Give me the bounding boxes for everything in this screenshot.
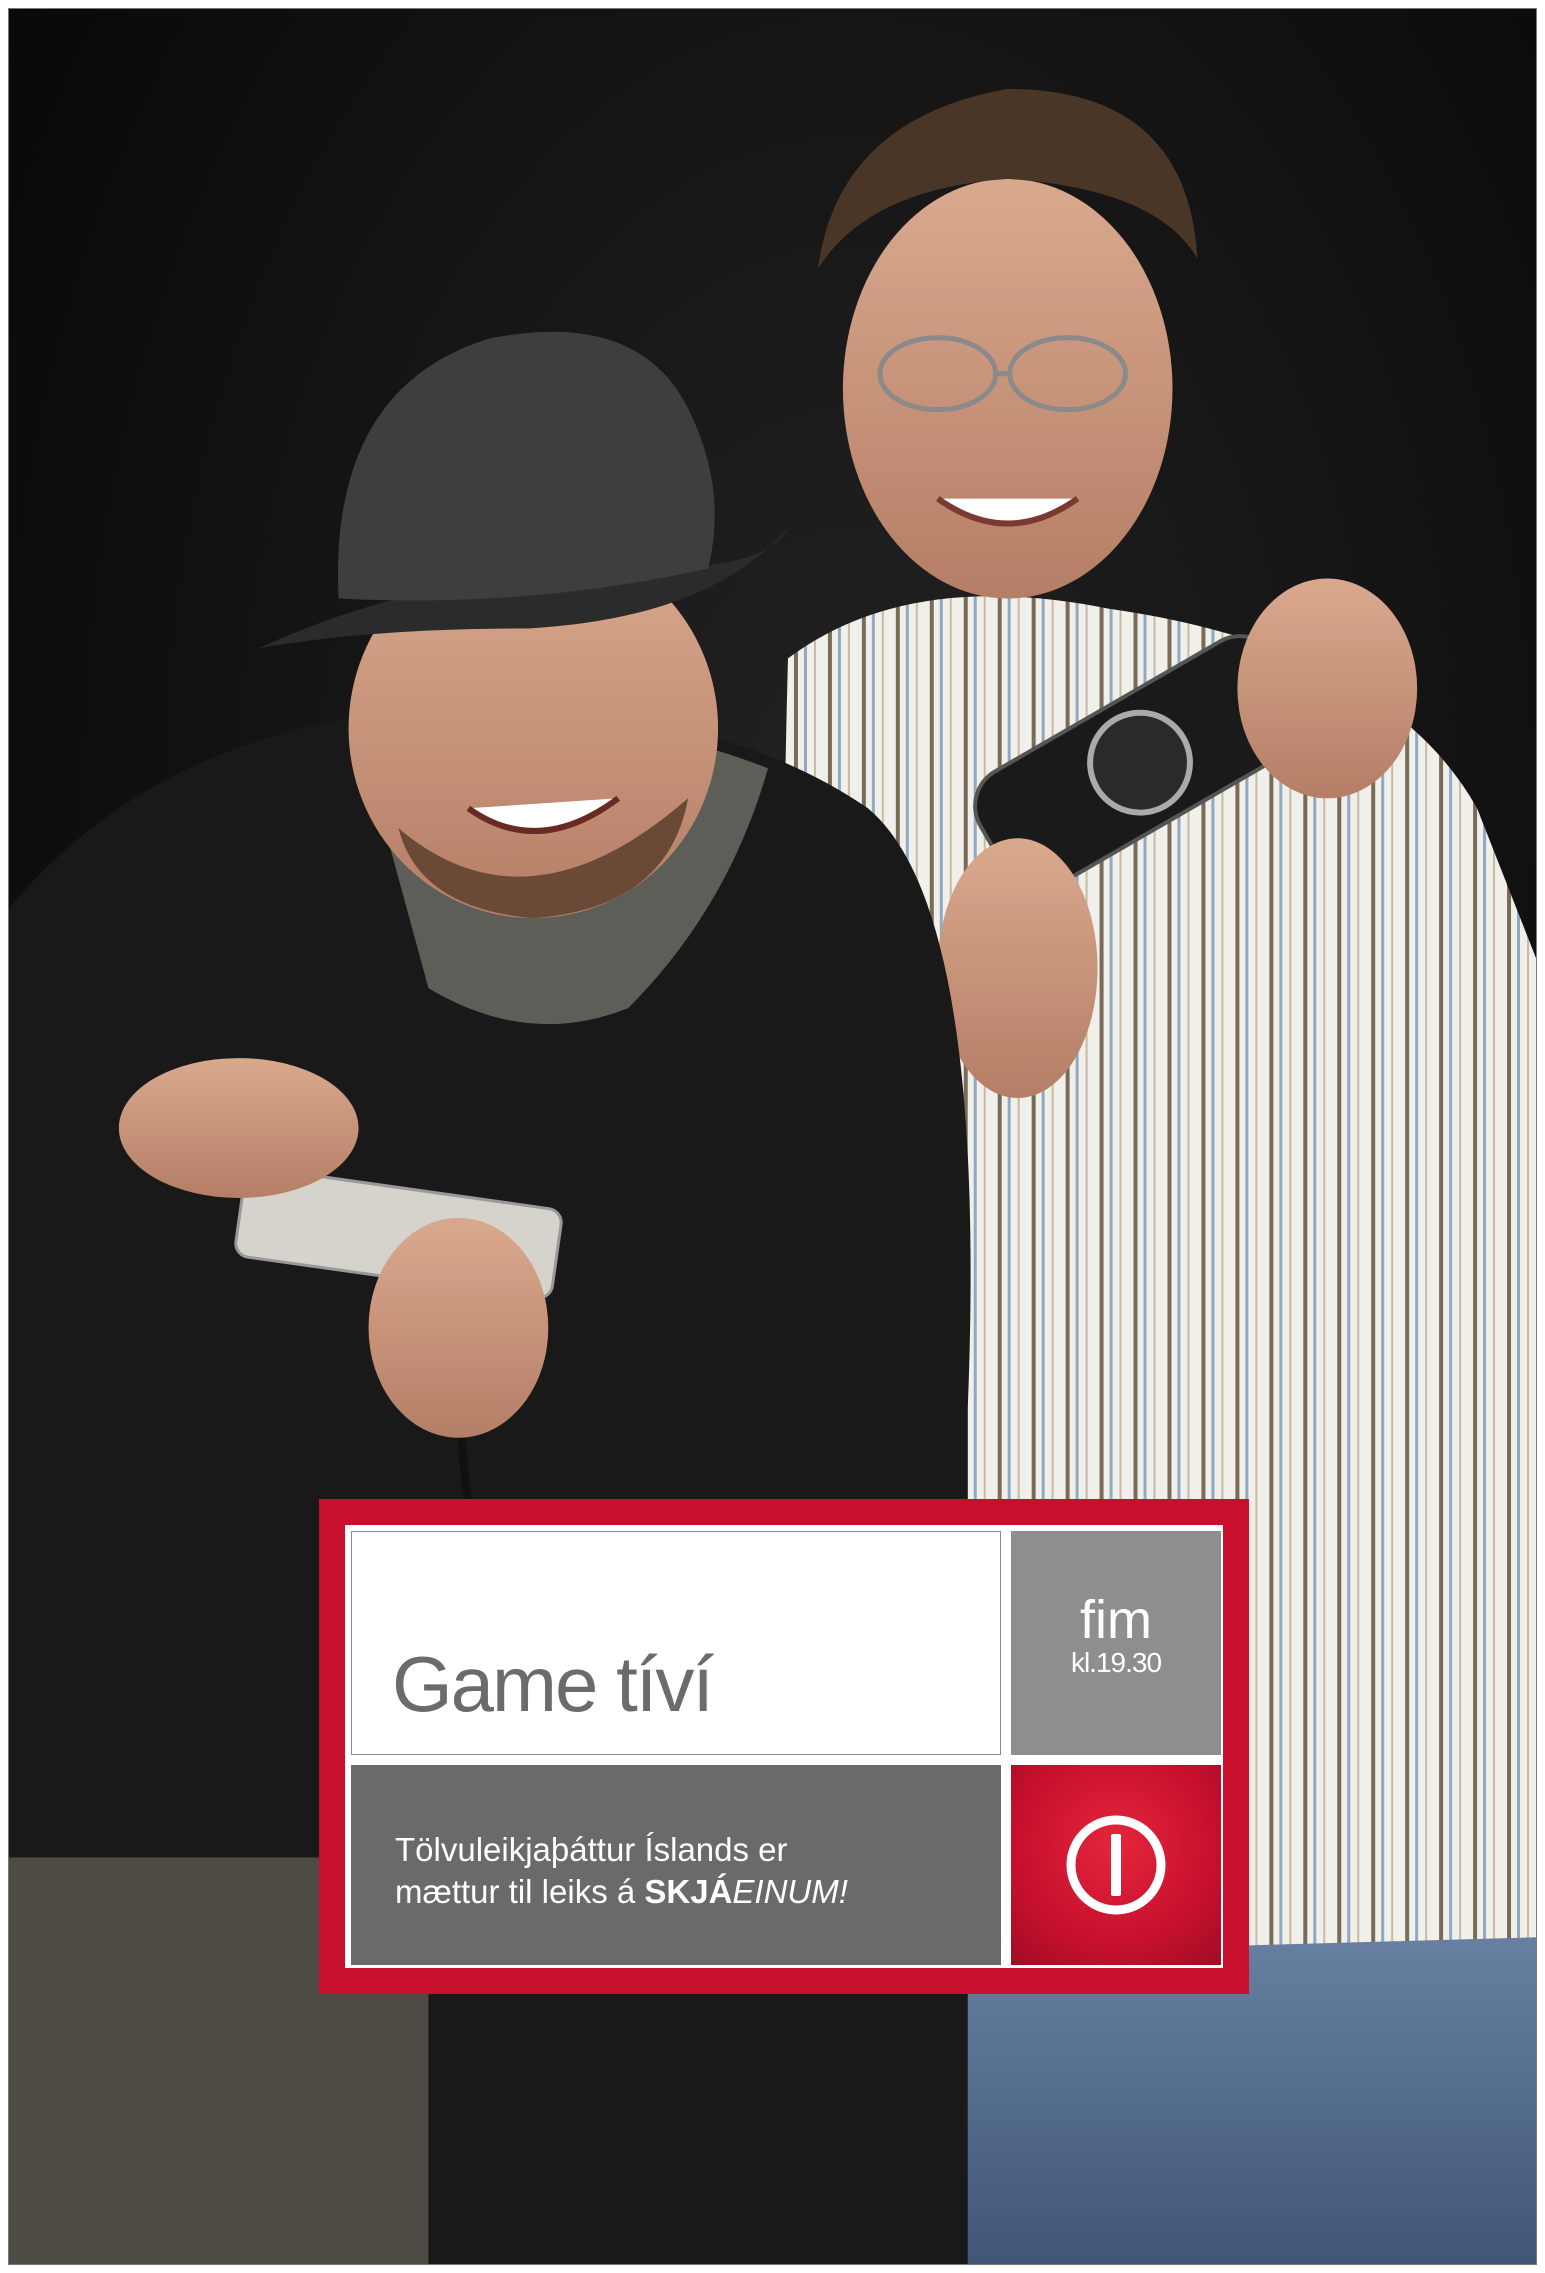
- program-title: Game tíví: [392, 1640, 714, 1728]
- power-logo-icon: [1066, 1815, 1166, 1915]
- program-ad-box: Game tíví fim kl.19.30 Tölvuleikjaþáttur…: [319, 1499, 1249, 1994]
- program-title-panel: Game tíví: [351, 1531, 1001, 1755]
- schedule-day: fim: [1080, 1590, 1152, 1650]
- schedule-time: kl.19.30: [1070, 1647, 1162, 1678]
- description-line-1: Tölvuleikjaþáttur Íslands er: [395, 1831, 788, 1868]
- program-description: Tölvuleikjaþáttur Íslands er mættur til …: [351, 1765, 1001, 1965]
- poster: Game tíví fim kl.19.30 Tölvuleikjaþáttur…: [8, 8, 1537, 2265]
- brand-name-bold: SKJÁ: [644, 1873, 733, 1910]
- schedule-panel: fim kl.19.30: [1011, 1531, 1221, 1755]
- description-line-2: mættur til leiks á: [395, 1873, 645, 1910]
- channel-logo-panel: [1011, 1765, 1221, 1965]
- program-ad-inner: Game tíví fim kl.19.30 Tölvuleikjaþáttur…: [345, 1525, 1223, 1968]
- brand-name-italic: EINUM!: [732, 1873, 848, 1910]
